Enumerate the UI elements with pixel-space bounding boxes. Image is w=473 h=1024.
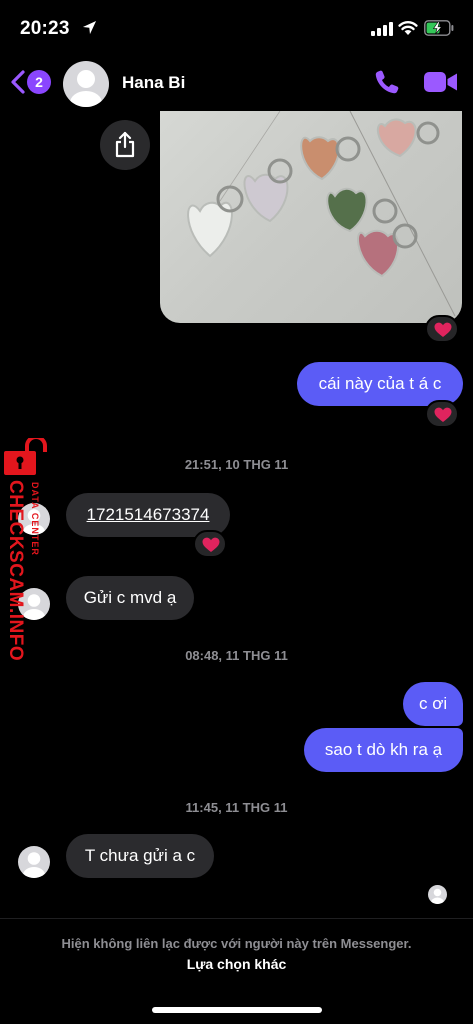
contact-avatar[interactable] — [63, 61, 109, 107]
contact-name[interactable]: Hana Bi — [122, 73, 185, 93]
footer-divider — [0, 918, 473, 919]
timestamp: 08:48, 11 THG 11 — [185, 648, 288, 663]
cellular-signal-icon — [371, 22, 393, 36]
outgoing-message[interactable]: sao t dò kh ra ạ — [304, 728, 463, 772]
location-arrow-icon — [82, 20, 97, 35]
default-avatar-icon — [431, 888, 444, 904]
unavailable-notice: Hiện không liên lạc được với người này t… — [61, 936, 412, 951]
timestamp: 11:45, 11 THG 11 — [185, 800, 288, 815]
outgoing-message[interactable]: c ơi — [403, 682, 463, 726]
status-time: 20:23 — [20, 18, 70, 39]
home-indicator[interactable] — [152, 1007, 322, 1013]
heart-icon — [202, 537, 220, 552]
other-options-link[interactable]: Lựa chọn khác — [0, 956, 473, 972]
video-camera-icon[interactable] — [424, 71, 458, 93]
heart-icon — [434, 322, 452, 337]
wifi-icon — [398, 21, 418, 35]
seen-receipt-avatar — [428, 885, 447, 904]
phone-icon[interactable] — [374, 69, 400, 95]
share-icon — [115, 131, 135, 158]
image-message[interactable] — [160, 111, 462, 323]
heart-reaction[interactable] — [425, 400, 459, 428]
battery-charging-icon — [424, 20, 454, 36]
watermark-subtitle: DATA CENTER — [30, 482, 40, 556]
share-button[interactable] — [100, 120, 150, 170]
default-avatar-icon — [23, 852, 45, 878]
incoming-message[interactable]: Gửi c mvd ạ — [66, 576, 194, 620]
contact-avatar-small[interactable] — [18, 846, 50, 878]
keychain-photo — [187, 111, 456, 317]
default-avatar-icon — [70, 70, 102, 107]
padlock-logo-icon — [4, 438, 47, 475]
status-bar: 20:23 — [0, 0, 473, 56]
timestamp: 21:51, 10 THG 11 — [184, 457, 289, 472]
chat-header: 2 Hana Bi — [0, 56, 473, 111]
heart-reaction[interactable] — [193, 530, 227, 558]
watermark-brand: CHECKSCAM.INFO — [5, 480, 26, 662]
heart-reaction[interactable] — [425, 315, 459, 343]
heart-icon — [434, 407, 452, 422]
tracking-number-link[interactable]: 1721514673374 — [87, 505, 210, 524]
incoming-message[interactable]: T chưa gửi a c — [66, 834, 214, 878]
back-chevron-icon[interactable] — [10, 69, 26, 95]
unread-count-badge[interactable]: 2 — [27, 70, 51, 94]
